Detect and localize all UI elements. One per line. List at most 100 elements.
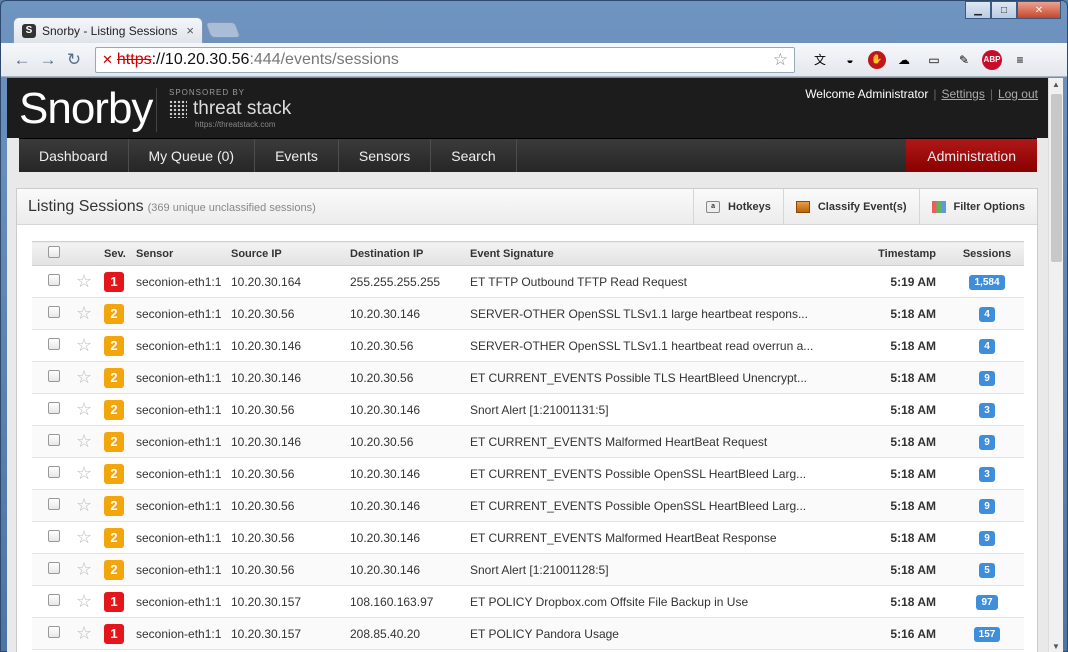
nav-my-queue[interactable]: My Queue (0) [129, 139, 256, 172]
forward-arrow-icon[interactable]: → [35, 47, 61, 73]
new-tab-button[interactable] [205, 22, 241, 38]
star-icon[interactable]: ☆ [76, 399, 92, 419]
reload-icon[interactable]: ↻ [61, 47, 87, 73]
row-checkbox[interactable] [48, 306, 60, 318]
row-checkbox[interactable] [48, 402, 60, 414]
table-row[interactable]: ☆ 2 seconion-eth1:1 10.20.30.56 10.20.30.146… [32, 297, 1024, 330]
translate-icon[interactable]: 文 [808, 48, 832, 72]
session-count-badge[interactable]: 97 [976, 594, 998, 610]
row-star-cell: ☆ [72, 425, 100, 458]
browser-window: S Snorby - Listing Sessions × ▁ □ ✕ ← → … [0, 0, 1068, 652]
tab-close-icon[interactable]: × [186, 23, 194, 38]
scrollbar-thumb[interactable] [1051, 94, 1062, 262]
session-count-badge[interactable]: 1,584 [969, 274, 1005, 290]
table-row[interactable]: ☆ 2 seconion-eth1:1 10.20.30.146 10.20.30.56… [32, 329, 1024, 362]
nav-dashboard[interactable]: Dashboard [19, 139, 129, 172]
adblock-icon[interactable]: ABP [982, 49, 1002, 70]
star-icon[interactable]: ☆ [76, 431, 92, 451]
star-icon[interactable]: ☆ [76, 527, 92, 547]
source-ip-cell: 10.20.30.146 [227, 425, 346, 458]
row-checkbox[interactable] [48, 338, 60, 350]
star-icon[interactable]: ☆ [76, 495, 92, 515]
scroll-up-icon[interactable]: ▲ [1052, 80, 1060, 89]
minimize-button[interactable]: ▁ [965, 1, 991, 19]
sponsor-block[interactable]: SPONSORED BY threat stack https://threat… [169, 88, 291, 129]
session-count-badge[interactable]: 3 [979, 466, 995, 482]
star-icon[interactable]: ☆ [76, 623, 92, 643]
row-checkbox[interactable] [48, 274, 60, 286]
col-source-ip[interactable]: Source IP [227, 241, 346, 266]
table-row[interactable]: ☆ 2 seconion-eth1:1 10.20.30.56 10.20.30.146… [32, 553, 1024, 586]
col-timestamp[interactable]: Timestamp [856, 241, 946, 266]
col-sessions[interactable]: Sessions [946, 241, 1024, 266]
session-count-badge[interactable]: 157 [973, 626, 1001, 642]
select-all-checkbox[interactable] [48, 246, 60, 258]
menu-icon[interactable]: ≡ [1008, 48, 1032, 72]
session-count-badge[interactable]: 5 [979, 562, 995, 578]
row-checkbox[interactable] [48, 530, 60, 542]
col-event-signature[interactable]: Event Signature [466, 241, 856, 266]
puzzle-icon[interactable]: ✎ [952, 48, 976, 72]
session-count-badge[interactable]: 9 [979, 434, 995, 450]
vertical-scrollbar[interactable]: ▲ ▼ [1048, 78, 1063, 652]
star-icon[interactable]: ☆ [76, 335, 92, 355]
severity-cell: 2 [100, 425, 132, 458]
star-icon[interactable]: ☆ [76, 271, 92, 291]
table-row[interactable]: ☆ 1 seconion-eth1:1 10.20.30.164 255.255.255… [32, 265, 1024, 298]
row-checkbox[interactable] [48, 434, 60, 446]
nav-sensors[interactable]: Sensors [339, 139, 432, 172]
settings-link[interactable]: Settings [941, 87, 984, 101]
row-checkbox[interactable] [48, 498, 60, 510]
col-sev[interactable]: Sev. [100, 241, 132, 266]
table-row[interactable]: ☆ 1 seconion-eth1:1 10.20.30.157 208.85.40.2… [32, 617, 1024, 650]
table-row[interactable]: ☆ 2 seconion-eth1:1 10.20.30.56 10.20.30.146… [32, 393, 1024, 426]
col-destination-ip[interactable]: Destination IP [346, 241, 466, 266]
filter-options-button[interactable]: Filter Options [918, 189, 1038, 224]
table-row[interactable]: ☆ 2 seconion-eth1:1 10.20.30.56 10.20.30.146… [32, 521, 1024, 554]
ghost-icon[interactable]: ☁ [892, 48, 916, 72]
cast-icon[interactable]: ▭ [922, 48, 946, 72]
table-row[interactable]: ☆ 2 seconion-eth1:1 10.20.30.146 10.20.30.56… [32, 361, 1024, 394]
table-row[interactable]: ☆ 1 seconion-eth1:1 10.20.30.157 108.160.163… [32, 585, 1024, 618]
browser-tab[interactable]: S Snorby - Listing Sessions × [13, 17, 203, 43]
row-checkbox[interactable] [48, 370, 60, 382]
star-header [72, 241, 100, 266]
col-sensor[interactable]: Sensor [132, 241, 227, 266]
sponsor-brand: threat stack [169, 98, 291, 120]
logout-link[interactable]: Log out [998, 87, 1038, 101]
address-bar[interactable]: ✕ https ://10.20.30.56 :444/events/sessi… [95, 46, 795, 73]
table-row[interactable]: ☆ 2 seconion-eth1:1 10.20.30.146 10.20.30.56… [32, 425, 1024, 458]
row-checkbox[interactable] [48, 466, 60, 478]
mask-icon[interactable]: ◒ [838, 48, 862, 72]
star-icon[interactable]: ☆ [76, 303, 92, 323]
nav-administration[interactable]: Administration [906, 139, 1037, 172]
back-arrow-icon[interactable]: ← [9, 47, 35, 73]
session-count-badge[interactable]: 9 [979, 370, 995, 386]
session-count-badge[interactable]: 9 [979, 530, 995, 546]
maximize-button[interactable]: □ [991, 1, 1017, 19]
star-icon[interactable]: ☆ [76, 367, 92, 387]
session-count-badge[interactable]: 3 [979, 402, 995, 418]
session-count-badge[interactable]: 4 [979, 338, 995, 354]
star-icon[interactable]: ☆ [76, 463, 92, 483]
nav-events[interactable]: Events [255, 139, 339, 172]
snorby-logo[interactable]: Snorby [19, 84, 153, 134]
classify-events-button[interactable]: Classify Event(s) [782, 189, 919, 224]
star-icon[interactable]: ☆ [76, 559, 92, 579]
bookmark-star-icon[interactable]: ☆ [773, 50, 788, 70]
hotkeys-button[interactable]: a Hotkeys [693, 189, 783, 224]
row-checkbox[interactable] [48, 594, 60, 606]
nav-search[interactable]: Search [431, 139, 517, 172]
session-count-badge[interactable]: 9 [979, 498, 995, 514]
row-checkbox[interactable] [48, 626, 60, 638]
table-row[interactable]: ☆ 2 seconion-eth1:1 10.20.30.56 10.20.30.146… [32, 489, 1024, 522]
scroll-down-icon[interactable]: ▼ [1052, 642, 1060, 651]
row-checkbox[interactable] [48, 562, 60, 574]
star-icon[interactable]: ☆ [76, 591, 92, 611]
session-count-badge[interactable]: 4 [979, 306, 995, 322]
close-window-button[interactable]: ✕ [1017, 1, 1061, 19]
stop-hand-icon[interactable]: ✋ [868, 50, 886, 69]
broken-lock-icon[interactable]: ✕ [102, 52, 113, 68]
table-row[interactable]: ☆ 2 seconion-eth1:1 10.20.30.56 10.20.30.146… [32, 457, 1024, 490]
destination-ip-cell: 10.20.30.56 [346, 425, 466, 458]
